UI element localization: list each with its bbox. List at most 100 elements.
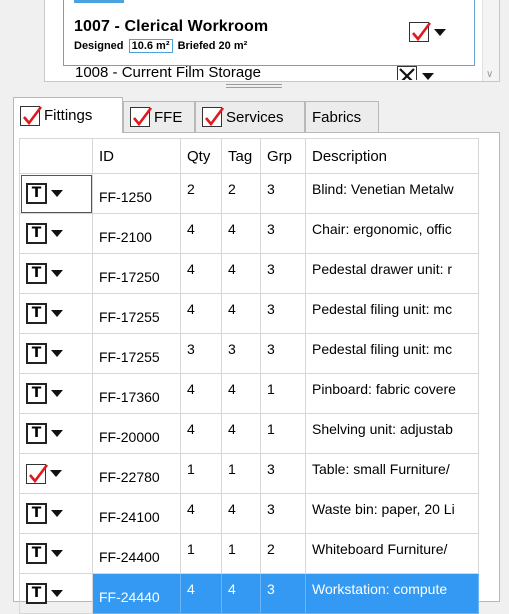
cell-tag[interactable]: 4 <box>221 253 261 294</box>
cell-tag[interactable]: 2 <box>221 173 261 214</box>
type-dropdown-cell[interactable]: T <box>19 173 93 214</box>
cell-qty[interactable]: 3 <box>180 333 222 374</box>
cell-qty[interactable]: 4 <box>180 373 222 414</box>
cell-description[interactable]: Waste bin: paper, 20 Li <box>305 493 479 534</box>
cell-id[interactable]: FF-24440 <box>92 573 181 614</box>
caret-down-icon[interactable] <box>51 430 63 437</box>
cell-description[interactable]: Pinboard: fabric covere <box>305 373 479 414</box>
column-header-qty[interactable]: Qty <box>180 138 222 174</box>
caret-down-icon[interactable] <box>51 510 63 517</box>
column-header-tag[interactable]: Tag <box>221 138 261 174</box>
column-header-id[interactable]: ID <box>92 138 181 174</box>
cell-tag[interactable]: 4 <box>221 373 261 414</box>
cell-description[interactable]: Pedestal drawer unit: r <box>305 253 479 294</box>
tab-fittings[interactable]: Fittings <box>13 97 123 133</box>
cell-tag[interactable]: 1 <box>221 453 261 494</box>
table-row[interactable]: T FF-17250 4 4 3 Pedestal drawer unit: r <box>19 253 479 294</box>
cell-tag[interactable]: 4 <box>221 413 261 454</box>
cell-description[interactable]: Workstation: compute <box>305 573 479 614</box>
cell-grp[interactable]: 3 <box>260 333 306 374</box>
cell-id[interactable]: FF-20000 <box>92 413 181 454</box>
cell-grp[interactable]: 3 <box>260 253 306 294</box>
room-status-dropdown[interactable] <box>397 66 434 80</box>
table-row[interactable]: T FF-20000 4 4 1 Shelving unit: adjustab <box>19 413 479 454</box>
type-dropdown-cell[interactable] <box>19 453 93 494</box>
type-dropdown-cell[interactable]: T <box>19 293 93 334</box>
cell-qty[interactable]: 4 <box>180 253 222 294</box>
cell-grp[interactable]: 3 <box>260 213 306 254</box>
caret-down-icon[interactable] <box>51 310 63 317</box>
cell-description[interactable]: Table: small Furniture/ <box>305 453 479 494</box>
table-row[interactable]: T FF-1250 2 2 3 Blind: Venetian Metalw <box>19 173 479 214</box>
caret-down-icon[interactable] <box>51 190 63 197</box>
cell-grp[interactable]: 3 <box>260 453 306 494</box>
cell-grp[interactable]: 3 <box>260 573 306 614</box>
cell-tag[interactable]: 4 <box>221 213 261 254</box>
cell-grp[interactable]: 3 <box>260 293 306 334</box>
room-list-scrollbar[interactable]: ∨ <box>482 0 499 81</box>
cell-id[interactable]: FF-17360 <box>92 373 181 414</box>
cell-id[interactable]: FF-2100 <box>92 213 181 254</box>
type-dropdown-cell[interactable]: T <box>19 333 93 374</box>
room-item-selected[interactable]: 1007 - Clerical Workroom Designed 10.6 m… <box>63 0 475 66</box>
table-row[interactable]: T FF-24100 4 4 3 Waste bin: paper, 20 Li <box>19 493 479 534</box>
table-row[interactable]: T FF-2100 4 4 3 Chair: ergonomic, offic <box>19 213 479 254</box>
type-dropdown-cell[interactable]: T <box>19 373 93 414</box>
cell-tag[interactable]: 4 <box>221 293 261 334</box>
type-dropdown-cell[interactable]: T <box>19 573 93 614</box>
cell-description[interactable]: Chair: ergonomic, offic <box>305 213 479 254</box>
cell-description[interactable]: Shelving unit: adjustab <box>305 413 479 454</box>
table-row[interactable]: T FF-17255 3 3 3 Pedestal filing unit: mc <box>19 333 479 374</box>
type-dropdown-cell[interactable]: T <box>19 493 93 534</box>
table-row[interactable]: FF-22780 1 1 3 Table: small Furniture/ <box>19 453 479 494</box>
cell-grp[interactable]: 3 <box>260 493 306 534</box>
column-header-type[interactable] <box>19 138 93 174</box>
cell-qty[interactable]: 4 <box>180 413 222 454</box>
cell-qty[interactable]: 4 <box>180 493 222 534</box>
cell-qty[interactable]: 4 <box>180 213 222 254</box>
room-status-dropdown[interactable] <box>409 22 446 42</box>
type-dropdown-cell[interactable]: T <box>19 213 93 254</box>
table-row[interactable]: T FF-17255 4 4 3 Pedestal filing unit: mc <box>19 293 479 334</box>
cell-qty[interactable]: 2 <box>180 173 222 214</box>
room-list[interactable]: 1007 - Clerical Workroom Designed 10.6 m… <box>44 0 500 82</box>
table-row[interactable]: T FF-24440 4 4 3 Workstation: compute <box>19 573 479 614</box>
cell-id[interactable]: FF-17250 <box>92 253 181 294</box>
cell-tag[interactable]: 1 <box>221 533 261 574</box>
cell-tag[interactable]: 3 <box>221 333 261 374</box>
cell-id[interactable]: FF-24400 <box>92 533 181 574</box>
cell-id[interactable]: FF-24100 <box>92 493 181 534</box>
cell-description[interactable]: Pedestal filing unit: mc <box>305 293 479 334</box>
tab-services[interactable]: Services <box>195 101 305 132</box>
caret-down-icon[interactable] <box>51 390 63 397</box>
tab-fabrics[interactable]: Fabrics <box>305 101 379 132</box>
cell-id[interactable]: FF-17255 <box>92 293 181 334</box>
cell-qty[interactable]: 4 <box>180 573 222 614</box>
caret-down-icon[interactable] <box>51 230 63 237</box>
cell-tag[interactable]: 4 <box>221 573 261 614</box>
cell-description[interactable]: Blind: Venetian Metalw <box>305 173 479 214</box>
type-dropdown-cell[interactable]: T <box>19 533 93 574</box>
cell-qty[interactable]: 1 <box>180 453 222 494</box>
caret-down-icon[interactable] <box>51 270 63 277</box>
room-item[interactable]: 1008 - Current Film Storage <box>75 64 261 81</box>
cell-id[interactable]: FF-17255 <box>92 333 181 374</box>
column-header-description[interactable]: Description <box>305 138 479 174</box>
cell-grp[interactable]: 1 <box>260 413 306 454</box>
type-dropdown-cell[interactable]: T <box>19 253 93 294</box>
cell-grp[interactable]: 3 <box>260 173 306 214</box>
cell-description[interactable]: Pedestal filing unit: mc <box>305 333 479 374</box>
cell-grp[interactable]: 2 <box>260 533 306 574</box>
type-dropdown-cell[interactable]: T <box>19 413 93 454</box>
cell-qty[interactable]: 4 <box>180 293 222 334</box>
table-row[interactable]: T FF-24400 1 1 2 Whiteboard Furniture/ <box>19 533 479 574</box>
cell-description[interactable]: Whiteboard Furniture/ <box>305 533 479 574</box>
cell-qty[interactable]: 1 <box>180 533 222 574</box>
caret-down-icon[interactable] <box>50 470 62 477</box>
table-row[interactable]: T FF-17360 4 4 1 Pinboard: fabric covere <box>19 373 479 414</box>
cell-id[interactable]: FF-1250 <box>92 173 181 214</box>
column-header-grp[interactable]: Grp <box>260 138 306 174</box>
splitter-handle[interactable] <box>226 84 282 90</box>
caret-down-icon[interactable] <box>51 550 63 557</box>
caret-down-icon[interactable] <box>51 350 63 357</box>
